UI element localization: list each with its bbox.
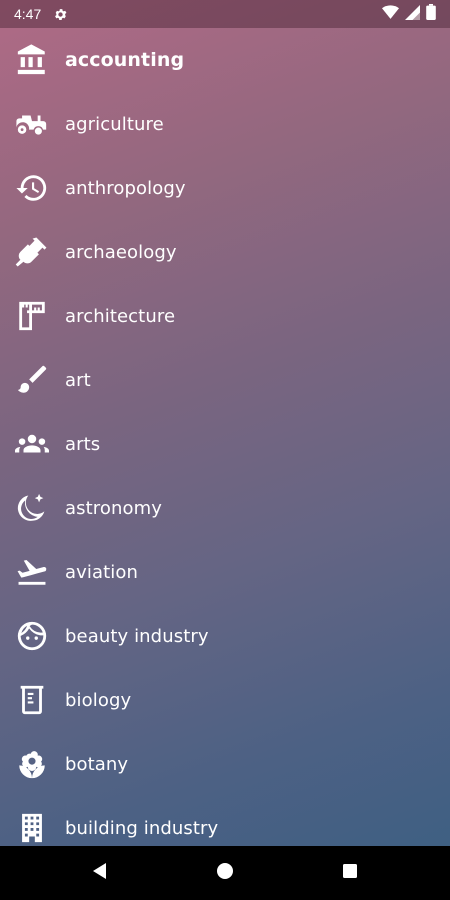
category-item-building-industry[interactable]: building industry: [0, 796, 450, 846]
category-item-agriculture[interactable]: agriculture: [0, 92, 450, 156]
category-label: astronomy: [65, 497, 162, 519]
signal-icon: [405, 4, 420, 24]
category-item-beauty-industry[interactable]: beauty industry: [0, 604, 450, 668]
category-list: accounting agriculture anthropology arch…: [0, 28, 450, 846]
category-label: accounting: [65, 49, 185, 71]
face-icon: [15, 619, 49, 653]
category-item-botany[interactable]: botany: [0, 732, 450, 796]
category-label: beauty industry: [65, 625, 209, 647]
shovel-icon: [15, 235, 49, 269]
category-item-anthropology[interactable]: anthropology: [0, 156, 450, 220]
category-label: building industry: [65, 817, 219, 839]
ruler-square-icon: [15, 299, 49, 333]
recents-button[interactable]: [310, 846, 390, 900]
airplane-takeoff-icon: [15, 555, 49, 589]
back-button[interactable]: [60, 846, 140, 900]
category-item-accounting[interactable]: accounting: [0, 28, 450, 92]
beaker-icon: [15, 683, 49, 717]
navigation-bar: [0, 846, 450, 900]
recents-icon: [340, 861, 360, 885]
category-item-arts[interactable]: arts: [0, 412, 450, 476]
wifi-icon: [382, 4, 399, 24]
category-label: archaeology: [65, 241, 177, 263]
category-label: arts: [65, 433, 101, 455]
category-label: botany: [65, 753, 129, 775]
back-icon: [90, 861, 110, 885]
tractor-icon: [15, 107, 49, 141]
category-label: anthropology: [65, 177, 186, 199]
category-item-aviation[interactable]: aviation: [0, 540, 450, 604]
category-label: architecture: [65, 305, 176, 327]
category-label: aviation: [65, 561, 138, 583]
battery-icon: [426, 4, 436, 24]
home-icon: [215, 861, 235, 885]
category-item-architecture[interactable]: architecture: [0, 284, 450, 348]
category-label: agriculture: [65, 113, 164, 135]
category-item-archaeology[interactable]: archaeology: [0, 220, 450, 284]
history-icon: [15, 171, 49, 205]
home-button[interactable]: [185, 846, 265, 900]
category-item-art[interactable]: art: [0, 348, 450, 412]
category-label: biology: [65, 689, 132, 711]
bank-icon: [15, 43, 49, 77]
flower-icon: [15, 747, 49, 781]
building-icon: [15, 811, 49, 845]
group-icon: [15, 427, 49, 461]
status-time: 4:47: [14, 6, 42, 22]
moon-star-icon: [15, 491, 49, 525]
settings-icon: [53, 7, 68, 22]
category-item-biology[interactable]: biology: [0, 668, 450, 732]
status-bar: 4:47: [0, 0, 450, 28]
category-label: art: [65, 369, 91, 391]
category-item-astronomy[interactable]: astronomy: [0, 476, 450, 540]
brush-icon: [15, 363, 49, 397]
